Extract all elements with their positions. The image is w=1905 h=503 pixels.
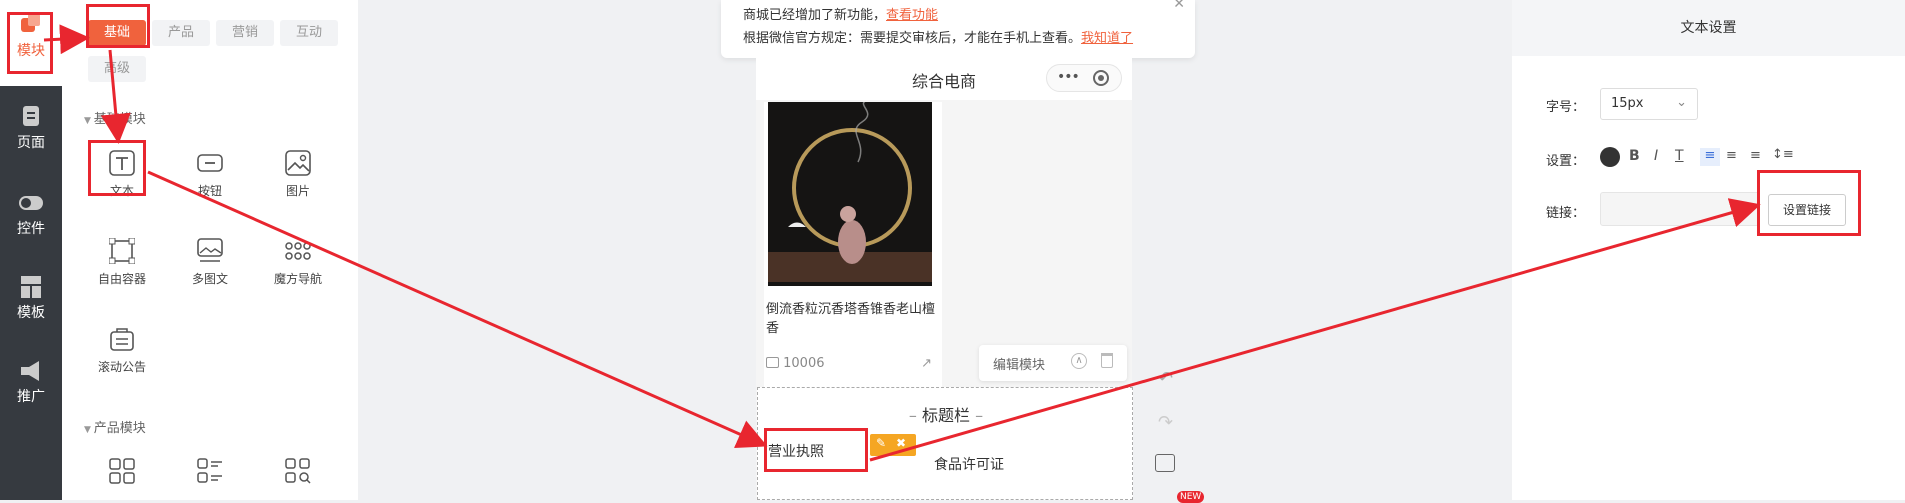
pencil-icon: ✎ xyxy=(876,436,887,450)
template-icon xyxy=(21,276,41,298)
annotation-box-license xyxy=(764,428,868,472)
close-icon[interactable]: ✕ xyxy=(1173,0,1185,12)
italic-icon[interactable]: I xyxy=(1654,148,1658,164)
caret-down-icon: ▼ xyxy=(84,116,94,126)
underline-icon[interactable]: T xyxy=(1675,148,1684,164)
more-dots-icon: ••• xyxy=(1057,69,1080,85)
module-panel: 基础 产品 营销 互动 高级 ▼ 基础模块 文本 按钮 图片 自由容器 多图文 … xyxy=(62,0,358,500)
font-size-select[interactable]: 15px ⌄ xyxy=(1600,88,1698,120)
record-icon xyxy=(1093,70,1109,86)
line-height-icon[interactable]: ↕≡ xyxy=(1772,147,1794,162)
multi-image-icon xyxy=(197,238,223,262)
view-feature-link[interactable]: 查看功能 xyxy=(886,8,938,23)
left-nav: 模块 页面 控件 模板 推广 xyxy=(0,0,62,500)
shirt-icon[interactable] xyxy=(1155,454,1175,472)
product-name: 倒流香粒沉香塔香锥香老山檀香 xyxy=(766,302,936,336)
tab-marketing[interactable]: 营销 xyxy=(216,20,274,46)
delete-icon: ✖ xyxy=(896,436,907,450)
grid-nav-icon xyxy=(285,242,311,260)
module-image[interactable]: 图片 xyxy=(258,150,338,199)
tab-product[interactable]: 产品 xyxy=(152,20,210,46)
module-product-list[interactable] xyxy=(170,458,250,490)
module-product-grid[interactable] xyxy=(82,458,162,490)
share-icon[interactable]: ↗ xyxy=(921,356,932,371)
product-stats: 10006 ↗ xyxy=(766,356,940,371)
align-left-icon[interactable]: ≡ xyxy=(1700,148,1720,166)
image-icon xyxy=(285,150,311,176)
annotation-box-basic-tab xyxy=(86,4,150,48)
caret-down-icon: ▼ xyxy=(84,425,94,435)
nav-item-template[interactable]: 模板 xyxy=(0,276,62,322)
edit-module-button[interactable]: 编辑模块 xyxy=(993,354,1045,373)
new-badge: NEW xyxy=(1177,491,1205,503)
annotation-box-set-link xyxy=(1757,170,1861,236)
redo-icon[interactable]: ↷ xyxy=(1158,412,1173,433)
settings-label: 设置： xyxy=(1546,154,1586,169)
food-license-item[interactable]: 食品许可证 xyxy=(934,454,1004,474)
section-basic-modules[interactable]: ▼ 基础模块 xyxy=(84,108,146,127)
product-list-icon xyxy=(197,458,222,483)
notice-popup: 商城已经增加了新功能，查看功能 根据微信官方规定：需要提交审核后，才能在手机上查… xyxy=(721,0,1195,58)
nav-item-widget[interactable]: 控件 xyxy=(0,192,62,238)
module-multi-image[interactable]: 多图文 xyxy=(170,238,250,287)
module-button[interactable]: 按钮 xyxy=(170,150,250,199)
page-icon xyxy=(23,106,39,126)
product-search-icon xyxy=(285,458,311,484)
link-label: 链接： xyxy=(1546,206,1586,221)
block-title: – 标题栏 – xyxy=(908,406,984,425)
module-magic-nav[interactable]: 魔方导航 xyxy=(258,238,338,287)
megaphone-icon xyxy=(21,361,39,381)
module-toolbar: 编辑模块 ∧ xyxy=(979,345,1127,381)
incense-picture xyxy=(768,102,932,286)
product-grid-icon xyxy=(109,458,135,484)
text-settings-panel: 文本设置 字号： 15px ⌄ 设置： B I T ≡ ≡ ≡ ↕≡ 链接： 设… xyxy=(1512,0,1905,500)
module-free-container[interactable]: 自由容器 xyxy=(82,238,162,287)
move-up-icon[interactable]: ∧ xyxy=(1071,353,1087,369)
bold-icon[interactable]: B xyxy=(1629,148,1640,164)
align-right-icon[interactable]: ≡ xyxy=(1750,148,1761,163)
got-it-link[interactable]: 我知道了 xyxy=(1081,31,1133,46)
module-scroll-notice[interactable]: 滚动公告 xyxy=(82,326,162,375)
button-icon xyxy=(197,154,223,172)
nav-item-page[interactable]: 页面 xyxy=(0,106,62,152)
toggle-icon xyxy=(19,196,43,210)
tab-interaction[interactable]: 互动 xyxy=(280,20,338,46)
color-picker-icon[interactable] xyxy=(1600,147,1620,167)
product-card[interactable]: 倒流香粒沉香塔香锥香老山檀香 10006 ↗ xyxy=(764,102,942,436)
annotation-box-text-module xyxy=(88,140,146,196)
product-image xyxy=(768,102,932,286)
phone-header: 综合电商 ••• xyxy=(756,58,1132,100)
container-icon xyxy=(109,238,135,264)
font-size-label: 字号： xyxy=(1546,100,1586,115)
undo-icon[interactable]: ↶ xyxy=(1158,368,1173,389)
tab-advanced[interactable]: 高级 xyxy=(88,56,146,82)
link-input[interactable] xyxy=(1600,192,1760,226)
module-product-search[interactable] xyxy=(258,458,338,490)
annotation-box-module xyxy=(7,12,53,74)
mini-program-capsule[interactable]: ••• xyxy=(1046,64,1122,92)
video-icon xyxy=(766,357,779,368)
notice-icon xyxy=(110,328,134,351)
text-edit-handle[interactable]: ✎ ✖ xyxy=(870,434,916,456)
settings-header: 文本设置 xyxy=(1512,0,1905,56)
section-product-modules[interactable]: ▼ 产品模块 xyxy=(84,417,146,436)
align-center-icon[interactable]: ≡ xyxy=(1726,148,1737,163)
trash-icon[interactable] xyxy=(1101,353,1113,368)
nav-item-promotion[interactable]: 推广 xyxy=(0,360,62,406)
chevron-down-icon: ⌄ xyxy=(1676,95,1687,110)
